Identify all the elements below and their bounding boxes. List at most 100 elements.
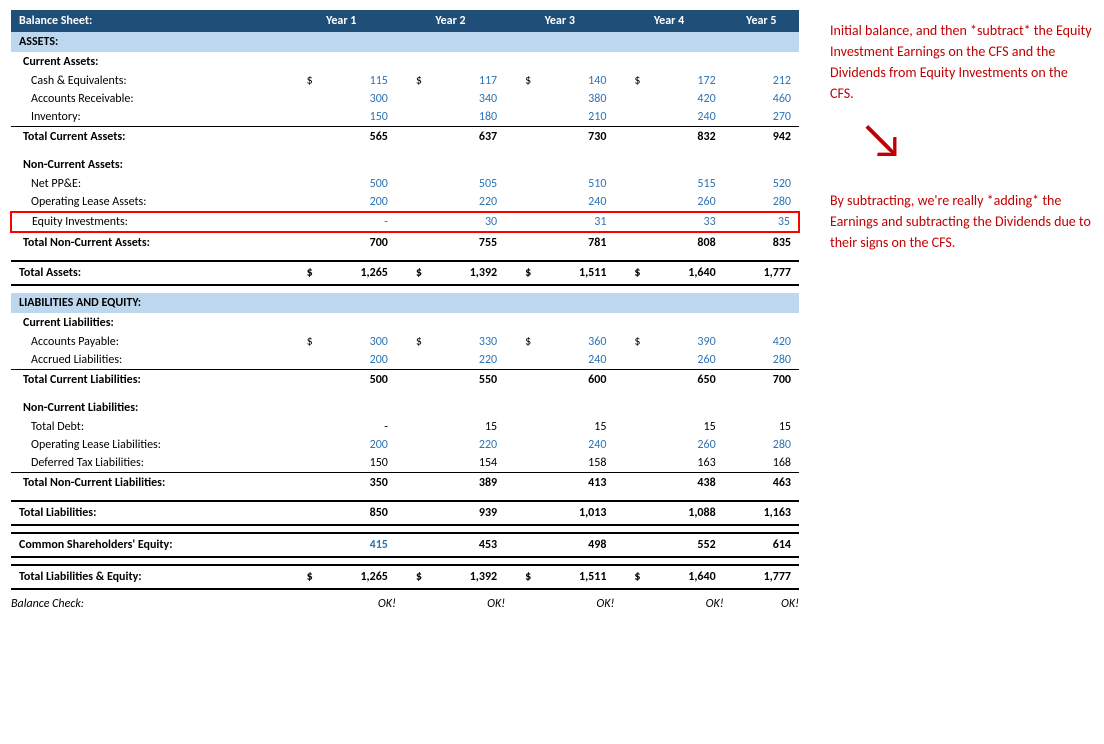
cash-y3-dollar: $	[505, 72, 539, 90]
inventory-label: Inventory:	[11, 108, 287, 127]
balance-sheet-container: Balance Sheet: Year 1 Year 2 Year 3 Year…	[10, 10, 810, 734]
spacer8	[11, 589, 799, 597]
inventory-y4: 240	[649, 108, 724, 127]
annotation-block-2: By subtracting, we're really *adding* th…	[830, 190, 1094, 253]
dt-y1: 150	[321, 454, 396, 473]
lease-y2: 220	[430, 193, 505, 212]
tncl-y4: 438	[649, 473, 724, 494]
lease-y4: 260	[649, 193, 724, 212]
tncl-y3: 413	[539, 473, 614, 494]
bc-y1: OK!	[321, 597, 396, 611]
ap-label: Accounts Payable:	[11, 333, 287, 351]
assets-section-header: ASSETS:	[11, 32, 799, 52]
lease-y1: 200	[321, 193, 396, 212]
spacer6	[11, 525, 799, 533]
ta-y3-dollar: $	[505, 261, 539, 285]
balance-sheet-table: Balance Sheet: Year 1 Year 2 Year 3 Year…	[10, 10, 800, 611]
total-current-assets-row: Total Current Assets: 565 637 730 832 94…	[11, 127, 799, 148]
total-assets-y3: 1,511	[539, 261, 614, 285]
total-nc-y1: 700	[321, 232, 396, 253]
tcl-y1: 500	[321, 370, 396, 391]
liabilities-label: LIABILITIES AND EQUITY:	[11, 293, 799, 313]
cash-y2-dollar: $	[396, 72, 430, 90]
tncl-y2: 389	[430, 473, 505, 494]
col-header-year5: Year 5	[724, 10, 799, 32]
spacer3	[11, 285, 799, 293]
ar-row: Accounts Receivable: 300 340 380 420 460	[11, 90, 799, 108]
tl-y4: 1,088	[649, 501, 724, 525]
spacer4	[11, 390, 799, 398]
spacer1	[11, 147, 799, 155]
annotation-text-1: Initial balance, and then *subtract* the…	[830, 20, 1094, 104]
inventory-y3: 210	[539, 108, 614, 127]
ar-y5: 460	[724, 90, 799, 108]
bc-y3: OK!	[539, 597, 614, 611]
ta-y4-dollar: $	[614, 261, 648, 285]
ppe-y3: 510	[539, 175, 614, 193]
accrued-y1: 200	[321, 351, 396, 370]
total-current-liabilities-row: Total Current Liabilities: 500 550 600 6…	[11, 370, 799, 391]
ap-y1-dollar: $	[287, 333, 321, 351]
ar-label: Accounts Receivable:	[11, 90, 287, 108]
ap-row: Accounts Payable: $ 300 $ 330 $ 360 $ 39…	[11, 333, 799, 351]
inventory-y1: 150	[321, 108, 396, 127]
debt-y5: 15	[724, 418, 799, 436]
spacer7	[11, 557, 799, 565]
total-current-y3: 730	[539, 127, 614, 148]
ppe-row: Net PP&E: 500 505 510 515 520	[11, 175, 799, 193]
total-assets-y1: 1,265	[321, 261, 396, 285]
current-assets-header: Current Assets:	[11, 52, 799, 72]
tle-y4: 1,640	[649, 565, 724, 589]
total-non-current-label: Total Non-Current Assets:	[11, 232, 287, 253]
tle-y1: 1,265	[321, 565, 396, 589]
ar-y4: 420	[649, 90, 724, 108]
total-non-current-liab-row: Total Non-Current Liabilities: 350 389 4…	[11, 473, 799, 494]
cash-y1: 115	[321, 72, 396, 90]
total-liab-equity-row: Total Liabilities & Equity: $ 1,265 $ 1,…	[11, 565, 799, 589]
se-y3: 498	[539, 533, 614, 557]
liabilities-section-header: LIABILITIES AND EQUITY:	[11, 293, 799, 313]
col-header-year3: Year 3	[505, 10, 614, 32]
col-header-year1: Year 1	[287, 10, 396, 32]
annotation-text-2: By subtracting, we're really *adding* th…	[830, 190, 1094, 253]
accrued-y3: 240	[539, 351, 614, 370]
non-current-liab-label: Non-Current Liabilities:	[11, 398, 799, 418]
deferred-tax-row: Deferred Tax Liabilities: 150 154 158 16…	[11, 454, 799, 473]
total-liab-label: Total Liabilities:	[11, 501, 287, 525]
debt-y4: 15	[649, 418, 724, 436]
total-debt-label: Total Debt:	[11, 418, 287, 436]
current-liabilities-header: Current Liabilities:	[11, 313, 799, 333]
tncl-y1: 350	[321, 473, 396, 494]
col-header-label: Balance Sheet:	[11, 10, 287, 32]
total-non-current-assets-row: Total Non-Current Assets: 700 755 781 80…	[11, 232, 799, 253]
ap-y1: 300	[321, 333, 396, 351]
cash-y5: 212	[724, 72, 799, 90]
ap-y5: 420	[724, 333, 799, 351]
ta-y2-dollar: $	[396, 261, 430, 285]
cash-row: Cash & Equivalents: $ 115 $ 117 $ 140 $ …	[11, 72, 799, 90]
equity-investments-row: Equity Investments: - 30 31 33 35	[11, 212, 799, 232]
total-nc-y3: 781	[539, 232, 614, 253]
cash-y4: 172	[649, 72, 724, 90]
non-current-assets-header: Non-Current Assets:	[11, 155, 799, 175]
current-assets-label: Current Assets:	[11, 52, 799, 72]
bc-y2: OK!	[430, 597, 505, 611]
equity-inv-y5: 35	[724, 212, 799, 232]
tle-y3: 1,511	[539, 565, 614, 589]
tle-y2: 1,392	[430, 565, 505, 589]
lease-row: Operating Lease Assets: 200 220 240 260 …	[11, 193, 799, 212]
cash-label: Cash & Equivalents:	[11, 72, 287, 90]
tle-y1-dollar: $	[287, 565, 321, 589]
ar-y2: 340	[430, 90, 505, 108]
total-assets-row: Total Assets: $ 1,265 $ 1,392 $ 1,511 $ …	[11, 261, 799, 285]
total-nc-y5: 835	[724, 232, 799, 253]
total-current-liab-label: Total Current Liabilities:	[11, 370, 287, 391]
ppe-y1: 500	[321, 175, 396, 193]
ap-y4: 390	[649, 333, 724, 351]
balance-check-row: Balance Check: OK! OK! OK! OK! OK!	[11, 597, 799, 611]
bc-y4: OK!	[649, 597, 724, 611]
se-y5: 614	[724, 533, 799, 557]
total-assets-y4: 1,640	[649, 261, 724, 285]
spacer2	[11, 253, 799, 261]
ppe-label: Net PP&E:	[11, 175, 287, 193]
